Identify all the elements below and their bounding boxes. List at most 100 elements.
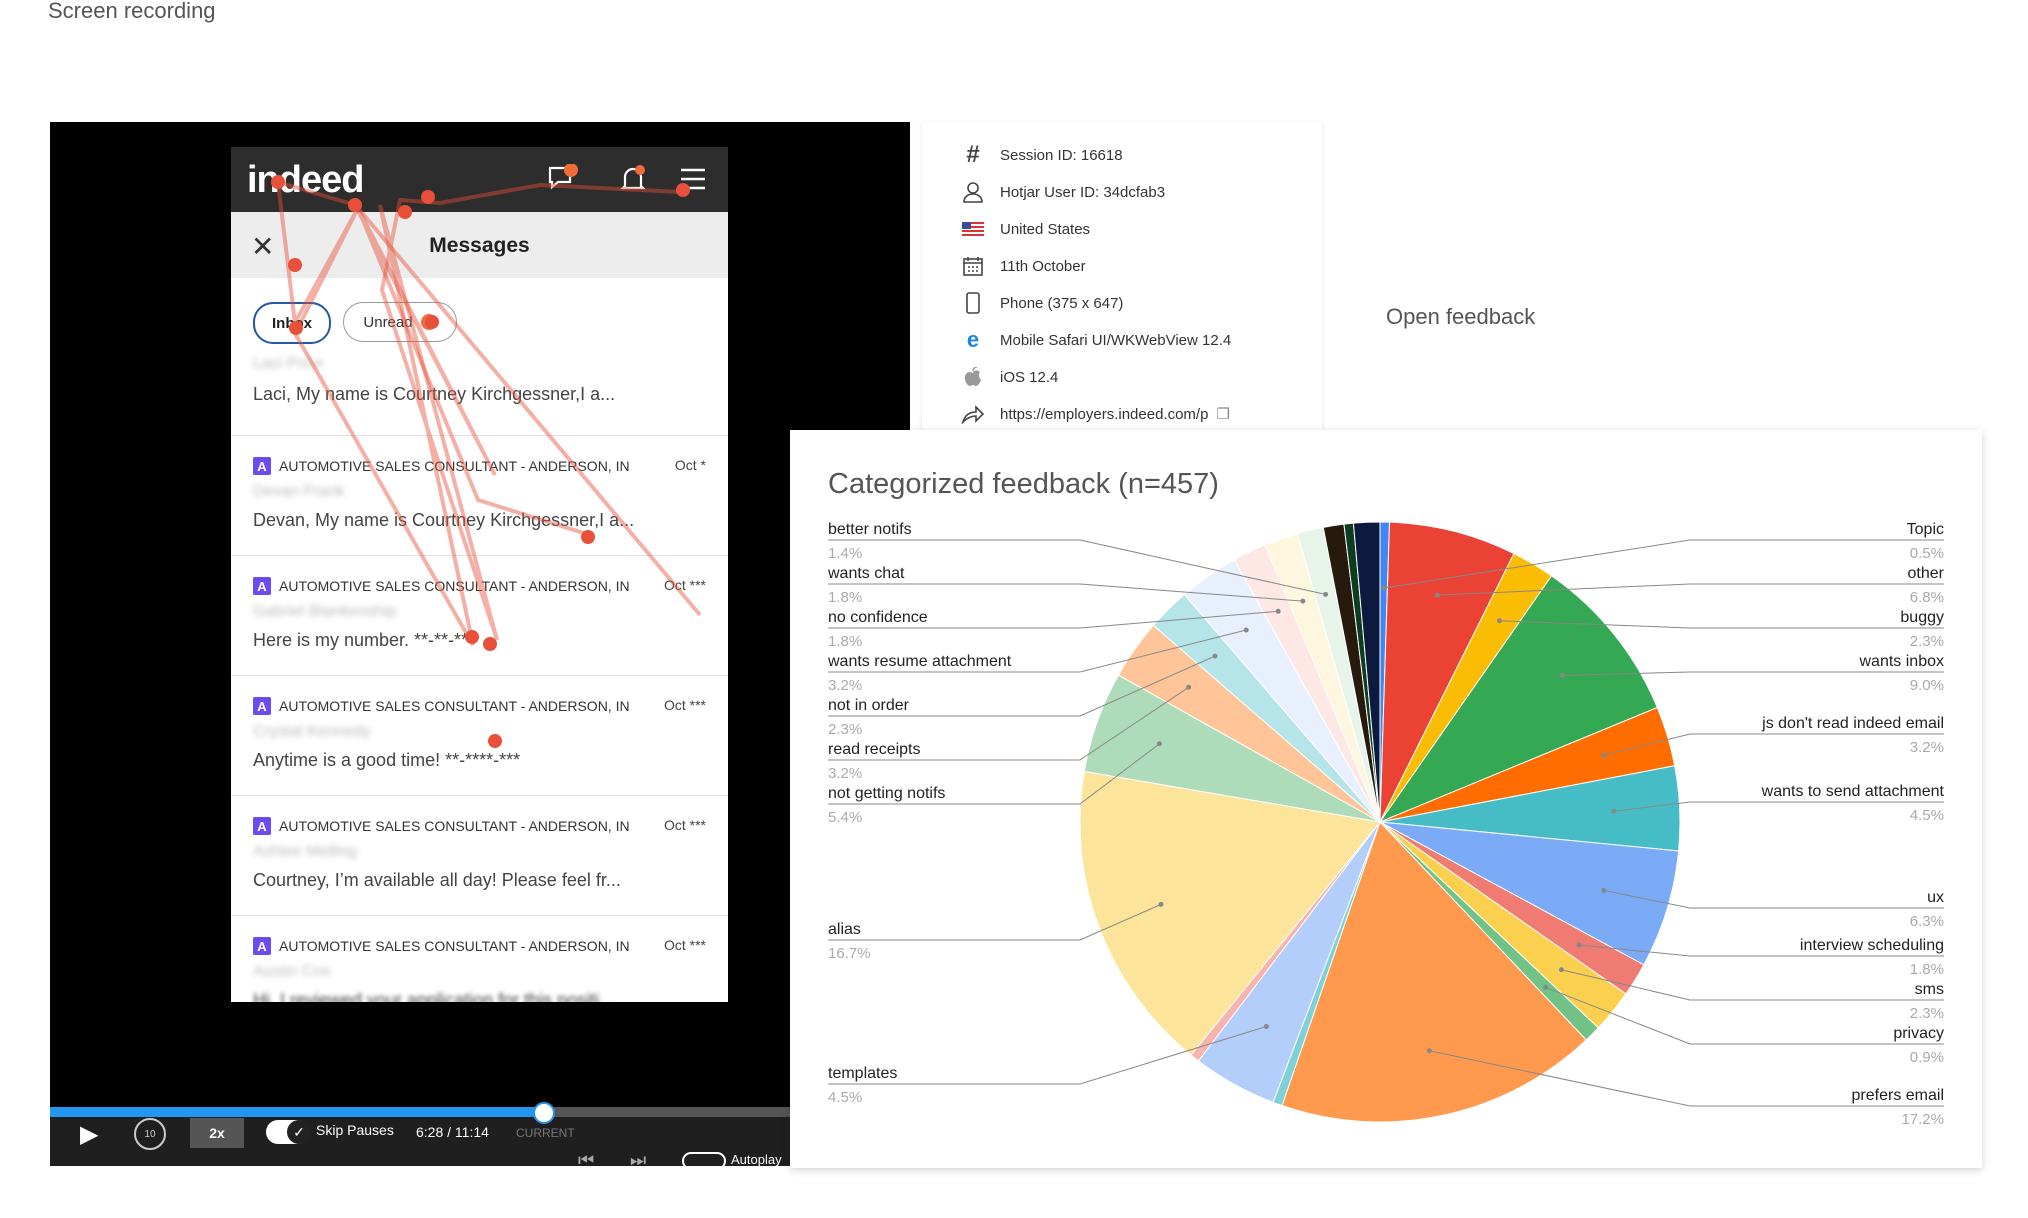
- legend-pct-wants-inbox: 9.0%: [1910, 677, 1944, 694]
- feedback-chart-panel: Categorized feedback (n=457) better noti…: [790, 430, 1982, 1168]
- session-id-row: # Session ID: 16618: [960, 141, 1123, 168]
- phone-icon: [960, 290, 986, 316]
- legend-pct-js-don-t-read-indeed-email: 3.2%: [1910, 739, 1944, 756]
- legend-label-wants-inbox: wants inbox: [1859, 653, 1945, 670]
- browser: Mobile Safari UI/WKWebView 12.4: [1000, 331, 1232, 349]
- leader-line-wants-resume-attachment-dot: [1243, 627, 1249, 633]
- legend-pct-wants-resume-attachment: 3.2%: [828, 677, 862, 694]
- leader-line-js-don-t-read-indeed-email-dot: [1601, 752, 1607, 758]
- user-id-row: Hotjar User ID: 34dcfab3: [960, 179, 1165, 205]
- session-id: Session ID: 16618: [1000, 146, 1123, 164]
- autoplay-label: Autoplay: [731, 1152, 782, 1167]
- device-row: Phone (375 x 647): [960, 290, 1123, 316]
- browser-icon: e: [966, 327, 980, 352]
- leader-line-ux-dot: [1601, 887, 1607, 893]
- legend-pct-not-in-order: 2.3%: [828, 721, 862, 738]
- legend-label-wants-chat: wants chat: [827, 565, 905, 582]
- leader-line-prefers-email-dot: [1426, 1048, 1432, 1054]
- pie-chart: better notifs 1.4% wants chat 1.8% no confid…: [827, 521, 1945, 1128]
- legend-pct-templates: 4.5%: [828, 1089, 862, 1106]
- legend-label-ux: ux: [1927, 889, 1944, 906]
- next-icon[interactable]: ⏭: [630, 1150, 646, 1171]
- rewind-icon[interactable]: 10: [134, 1118, 166, 1150]
- session-date: 11th October: [1000, 257, 1086, 275]
- legend-label-wants-resume-attachment: wants resume attachment: [827, 653, 1012, 670]
- legend-label-wants-to-send-attachment: wants to send attachment: [1761, 783, 1945, 800]
- date-row: 11th October: [960, 253, 1086, 279]
- legend-pct-topic: 0.5%: [1910, 545, 1944, 562]
- legend-label-not-getting-notifs: not getting notifs: [828, 785, 945, 802]
- os: iOS 12.4: [1000, 368, 1059, 386]
- legend-pct-wants-chat: 1.8%: [828, 589, 862, 606]
- legend-pct-other: 6.8%: [1910, 589, 1944, 606]
- leader-line-wants-to-send-attachment-dot: [1611, 808, 1617, 814]
- time-display: 6:28 / 11:14: [416, 1124, 489, 1140]
- os-row: iOS 12.4: [960, 364, 1058, 390]
- leader-line-templates-dot: [1263, 1024, 1269, 1030]
- leader-line-not-getting-notifs-dot: [1156, 741, 1162, 747]
- us-flag-icon: [960, 216, 986, 242]
- leader-line-read-receipts-dot: [1186, 684, 1192, 690]
- progress-handle[interactable]: [533, 1102, 555, 1124]
- leader-line-topic-dot: [1381, 585, 1387, 591]
- device: Phone (375 x 647): [1000, 294, 1124, 312]
- legend-label-buggy: buggy: [1900, 609, 1944, 626]
- autoplay-toggle[interactable]: [682, 1152, 726, 1170]
- leader-line-alias-dot: [1158, 901, 1164, 907]
- leader-line-wants-chat-dot: [1300, 598, 1306, 604]
- leader-line-other-dot: [1434, 592, 1440, 598]
- leader-line-privacy-dot: [1543, 984, 1549, 990]
- check-icon: ✓: [287, 1120, 311, 1144]
- legend-label-other: other: [1908, 565, 1945, 582]
- legend-pct-buggy: 2.3%: [1910, 633, 1944, 650]
- speed-label: 2x: [209, 1125, 225, 1141]
- copy-icon[interactable]: ❐: [1216, 405, 1229, 423]
- user-id: Hotjar User ID: 34dcfab3: [1000, 183, 1166, 201]
- legend-pct-ux: 6.3%: [1910, 913, 1944, 930]
- leader-line-no-confidence-dot: [1275, 608, 1281, 614]
- apple-icon: [960, 364, 986, 390]
- previous-icon[interactable]: ⏮: [578, 1150, 594, 1171]
- country-row: United States: [960, 216, 1090, 242]
- leader-line-buggy-dot: [1496, 618, 1502, 624]
- leader-line-interview-scheduling-dot: [1576, 942, 1582, 948]
- country: United States: [1000, 220, 1091, 238]
- progress-fill: [50, 1107, 541, 1117]
- hash-icon: #: [966, 141, 980, 168]
- leader-line-not-in-order-dot: [1212, 653, 1218, 659]
- legend-label-templates: templates: [828, 1065, 897, 1082]
- url-row[interactable]: https://employers.indeed.com/p ❐: [960, 401, 1230, 427]
- legend-label-no-confidence: no confidence: [828, 609, 928, 626]
- legend-label-privacy: privacy: [1893, 1025, 1944, 1042]
- legend-pct-better-notifs: 1.4%: [828, 545, 862, 562]
- legend-pct-not-getting-notifs: 5.4%: [828, 809, 862, 826]
- leader-line-sms-dot: [1558, 967, 1564, 973]
- legend-pct-sms: 2.3%: [1910, 1005, 1944, 1022]
- legend-label-interview-scheduling: interview scheduling: [1800, 937, 1944, 954]
- legend-label-not-in-order: not in order: [828, 697, 910, 714]
- speed-button[interactable]: 2x: [190, 1118, 244, 1148]
- legend-label-topic: Topic: [1907, 521, 1944, 538]
- skip-pauses-label: Skip Pauses: [316, 1122, 394, 1138]
- legend-label-read-receipts: read receipts: [828, 741, 921, 758]
- current-label: CURRENT: [516, 1126, 575, 1140]
- play-icon[interactable]: ▶: [80, 1120, 98, 1149]
- session-info-panel: # Session ID: 16618 Hotjar User ID: 34dcf…: [922, 122, 1322, 432]
- browser-row: e Mobile Safari UI/WKWebView 12.4: [960, 327, 1231, 353]
- legend-pct-interview-scheduling: 1.8%: [1910, 961, 1944, 978]
- legend-label-js-don-t-read-indeed-email: js don't read indeed email: [1761, 715, 1944, 732]
- legend-pct-alias: 16.7%: [828, 945, 871, 962]
- legend-label-alias: alias: [828, 921, 861, 938]
- rewind-seconds: 10: [144, 1128, 156, 1140]
- legend-label-better-notifs: better notifs: [828, 521, 912, 538]
- legend-label-sms: sms: [1915, 981, 1944, 998]
- legend-pct-privacy: 0.9%: [1910, 1049, 1944, 1066]
- legend-pct-prefers-email: 17.2%: [1901, 1111, 1944, 1128]
- legend-pct-read-receipts: 3.2%: [828, 765, 862, 782]
- page-url[interactable]: https://employers.indeed.com/p: [1000, 406, 1208, 423]
- legend-pct-wants-to-send-attachment: 4.5%: [1910, 807, 1944, 824]
- leader-line-wants-inbox-dot: [1559, 672, 1565, 678]
- calendar-icon: [960, 253, 986, 279]
- leader-line-better-notifs-dot: [1323, 591, 1329, 597]
- legend-label-prefers-email: prefers email: [1852, 1087, 1944, 1104]
